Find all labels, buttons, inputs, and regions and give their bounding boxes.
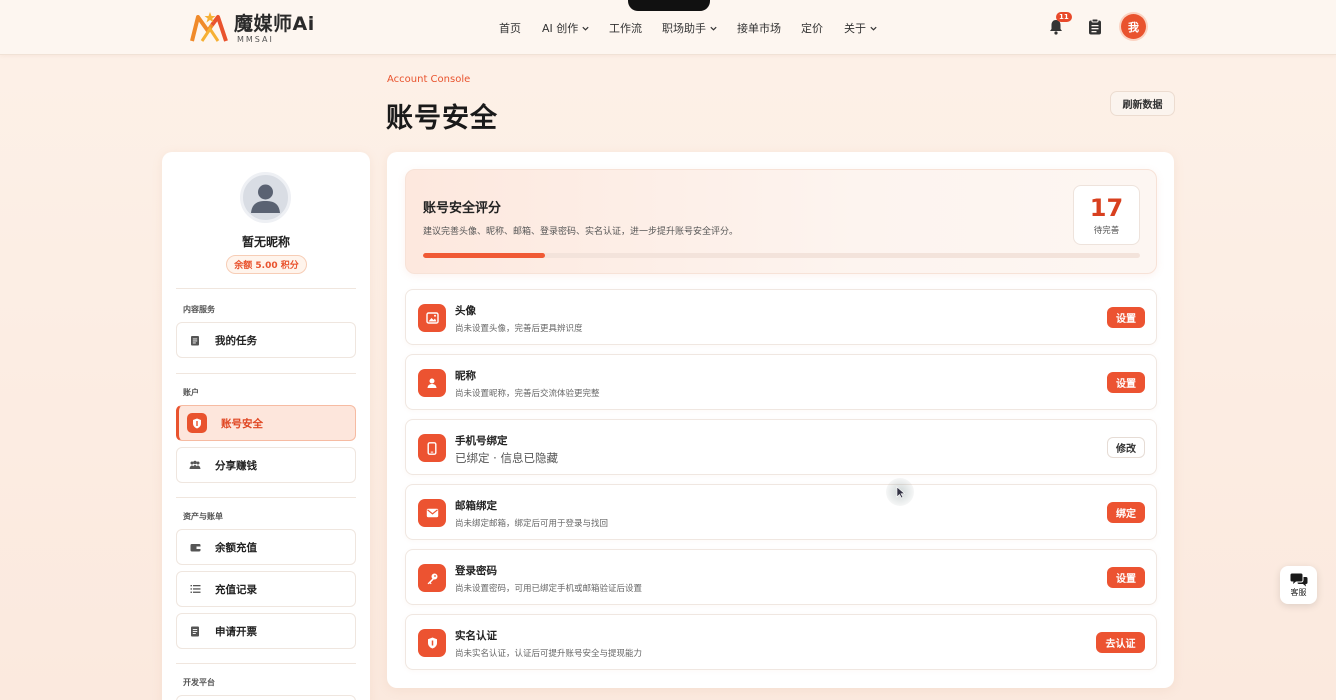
divider xyxy=(176,288,356,289)
sidebar-item-dev-platform[interactable] xyxy=(176,695,356,700)
security-row-nickname: 昵称 尚未设置昵称，完善后交流体验更完整 设置 xyxy=(405,354,1157,410)
cursor-arrow-icon xyxy=(896,486,906,499)
score-box: 17 待完善 xyxy=(1073,185,1140,245)
score-progress-fill xyxy=(423,253,545,258)
balance-badge: 余额 5.00 积分 xyxy=(226,255,307,274)
chevron-down-icon xyxy=(582,26,589,31)
score-progress-bar xyxy=(423,253,1140,258)
verify-identity-button[interactable]: 去认证 xyxy=(1096,632,1145,653)
row-description: 尚未实名认证，认证后可提升账号安全与提现能力 xyxy=(455,649,643,659)
security-row-avatar: 头像 尚未设置头像，完善后更具辨识度 设置 xyxy=(405,289,1157,345)
nav-item-market[interactable]: 接单市场 xyxy=(737,20,781,36)
set-nickname-button[interactable]: 设置 xyxy=(1107,372,1145,393)
mail-icon xyxy=(418,499,446,527)
sidebar-item-account-security[interactable]: 账号安全 xyxy=(176,405,356,441)
security-row-password: 登录密码 尚未设置密码，可用已绑定手机或邮箱验证后设置 设置 xyxy=(405,549,1157,605)
page-title: 账号安全 xyxy=(386,103,498,134)
user-placeholder-icon xyxy=(251,184,280,213)
nav-item-pricing[interactable]: 定价 xyxy=(801,20,823,36)
row-title: 实名认证 xyxy=(455,630,497,642)
sidebar-item-my-tasks[interactable]: 我的任务 xyxy=(176,322,356,358)
row-title: 登录密码 xyxy=(455,565,497,577)
user-avatar[interactable]: 我 xyxy=(1121,14,1146,39)
chevron-down-icon xyxy=(870,26,877,31)
security-row-email: 邮箱绑定 尚未绑定邮箱，绑定后可用于登录与找回 绑定 xyxy=(405,484,1157,540)
user-icon xyxy=(418,369,446,397)
score-description: 建议完善头像、昵称、邮箱、登录密码、实名认证，进一步提升账号安全评分。 xyxy=(423,227,739,237)
row-description: 尚未设置密码，可用已绑定手机或邮箱验证后设置 xyxy=(455,584,643,594)
sidebar-item-invoice[interactable]: 申请开票 xyxy=(176,613,356,649)
row-description: 尚未设置昵称，完善后交流体验更完整 xyxy=(455,389,600,399)
top-navbar: 魔媒师Ai MMSAI 首页 AI 创作 工作流 职场助手 接单市场 定价 关于… xyxy=(0,0,1336,55)
chat-icon xyxy=(1290,573,1307,587)
section-label-content: 内容服务 xyxy=(183,305,215,314)
nav-item-work-assistant[interactable]: 职场助手 xyxy=(662,20,718,36)
row-title: 昵称 xyxy=(455,370,476,382)
security-panel: 账号安全评分 建议完善头像、昵称、邮箱、登录密码、实名认证，进一步提升账号安全评… xyxy=(387,152,1174,688)
row-description: 已绑定 · 信息已隐藏 xyxy=(455,451,558,465)
set-password-button[interactable]: 设置 xyxy=(1107,567,1145,588)
score-title: 账号安全评分 xyxy=(423,201,502,216)
score-value: 17 xyxy=(1089,194,1124,222)
refresh-data-button[interactable]: 刷新数据 xyxy=(1110,91,1175,116)
page-eyebrow: Account Console xyxy=(387,74,471,85)
bind-email-button[interactable]: 绑定 xyxy=(1107,502,1145,523)
sidebar-item-share-earn[interactable]: 分享赚钱 xyxy=(176,447,356,483)
divider xyxy=(176,373,356,374)
nav-item-home[interactable]: 首页 xyxy=(499,20,521,36)
divider xyxy=(176,497,356,498)
nav-item-workflow[interactable]: 工作流 xyxy=(609,20,642,36)
section-label-account: 账户 xyxy=(183,388,199,397)
customer-service-button[interactable]: 客服 xyxy=(1280,566,1317,604)
score-status: 待完善 xyxy=(1093,226,1120,236)
security-row-phone: 手机号绑定 已绑定 · 信息已隐藏 修改 xyxy=(405,419,1157,475)
row-title: 头像 xyxy=(455,305,476,317)
sidebar-item-recharge-history[interactable]: 充值记录 xyxy=(176,571,356,607)
row-title: 邮箱绑定 xyxy=(455,500,497,512)
divider xyxy=(176,663,356,664)
receipt-icon xyxy=(189,625,201,637)
profile-avatar[interactable] xyxy=(240,172,291,223)
chevron-down-icon xyxy=(710,26,717,31)
shield-icon xyxy=(187,413,207,433)
edit-phone-button[interactable]: 修改 xyxy=(1107,437,1145,458)
section-label-dev: 开发平台 xyxy=(183,678,215,687)
clipboard-icon[interactable] xyxy=(1087,18,1103,36)
security-row-realname: 实名认证 尚未实名认证，认证后可提升账号安全与提现能力 去认证 xyxy=(405,614,1157,670)
shield-icon xyxy=(418,629,446,657)
key-icon xyxy=(418,564,446,592)
row-title: 手机号绑定 xyxy=(455,435,508,447)
nav-item-ai-create[interactable]: AI 创作 xyxy=(542,20,590,36)
customer-service-label: 客服 xyxy=(1290,588,1307,597)
notification-badge: 11 xyxy=(1056,12,1072,22)
sidebar-item-recharge[interactable]: 余额充值 xyxy=(176,529,356,565)
list-icon xyxy=(189,583,201,595)
wallet-icon xyxy=(189,541,201,553)
users-icon xyxy=(189,459,201,471)
profile-nickname: 暂无昵称 xyxy=(241,235,290,249)
set-avatar-button[interactable]: 设置 xyxy=(1107,307,1145,328)
row-description: 尚未设置头像，完善后更具辨识度 xyxy=(455,324,583,334)
mouse-cursor xyxy=(886,478,914,506)
nav-item-about[interactable]: 关于 xyxy=(844,20,878,36)
row-description: 尚未绑定邮箱，绑定后可用于登录与找回 xyxy=(455,519,609,529)
section-label-assets: 资产与账单 xyxy=(183,512,223,521)
clipboard-icon xyxy=(189,334,201,346)
phone-icon xyxy=(418,434,446,462)
account-sidebar: 暂无昵称 余额 5.00 积分 内容服务 我的任务 账户 账号安全 分享赚钱 资… xyxy=(162,152,370,700)
image-icon xyxy=(418,304,446,332)
security-score-card: 账号安全评分 建议完善头像、昵称、邮箱、登录密码、实名认证，进一步提升账号安全评… xyxy=(405,169,1157,274)
